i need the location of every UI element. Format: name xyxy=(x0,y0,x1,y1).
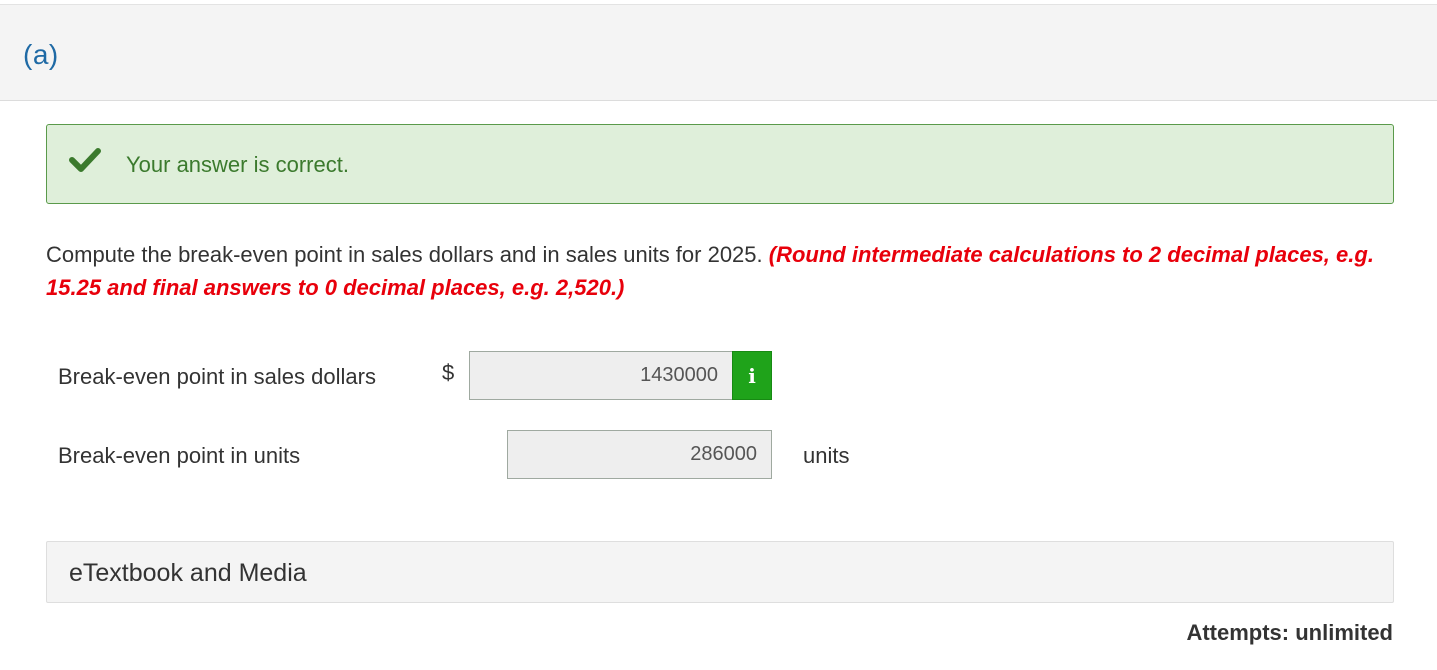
info-icon[interactable]: i xyxy=(732,351,772,400)
alert-message: Your answer is correct. xyxy=(126,152,349,177)
currency-symbol: $ xyxy=(442,360,455,385)
question-text: Compute the break-even point in sales do… xyxy=(46,238,1396,304)
part-header: (a) xyxy=(0,4,1437,101)
attempts-label: Attempts: unlimited xyxy=(1186,620,1393,645)
units-suffix: units xyxy=(803,443,850,468)
part-label: (a) xyxy=(23,39,59,70)
units-input[interactable] xyxy=(507,430,772,479)
checkmark-icon xyxy=(69,148,101,172)
sales-dollars-input[interactable] xyxy=(469,351,733,400)
info-icon-glyph: i xyxy=(748,363,756,388)
sales-dollars-label: Break-even point in sales dollars xyxy=(58,364,376,389)
correct-answer-alert: Your answer is correct. xyxy=(46,124,1394,204)
question-body: Compute the break-even point in sales do… xyxy=(46,242,769,267)
etextbook-media-toggle[interactable]: eTextbook and Media xyxy=(46,541,1394,603)
units-label: Break-even point in units xyxy=(58,443,301,468)
etextbook-media-label: eTextbook and Media xyxy=(69,559,307,587)
